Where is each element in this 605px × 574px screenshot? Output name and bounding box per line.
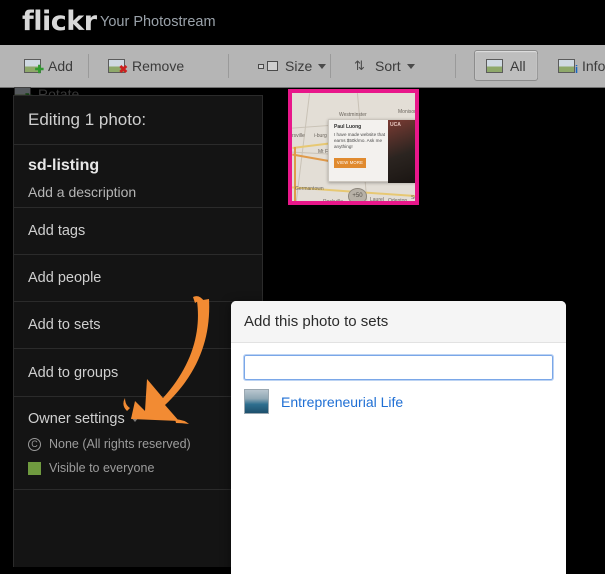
license-row[interactable]: C None (All rights reserved) [28,437,248,451]
all-filter-button[interactable]: All [474,50,538,81]
map-label: Odenton [388,198,408,204]
flickr-photostream-screen: flickr Your Photostream ✚ Add ✖ Remove S… [0,0,605,574]
sort-button-label: Sort [375,58,401,74]
map-cluster-pin: +50 [348,188,367,201]
sidebar-item-label: Add people [28,270,102,286]
set-name-label[interactable]: Entrepreneurial Life [281,394,403,410]
map-label: rsville [292,133,305,139]
visibility-row[interactable]: Visible to everyone [28,461,248,475]
copyright-icon: C [28,437,41,451]
sidebar-item-label: Add to sets [28,317,101,333]
map-label: i-burg [314,133,327,139]
remove-button-label: Remove [132,58,185,74]
chevron-down-icon [130,416,139,422]
green-square-icon [28,461,41,475]
info-button-label: Info [582,58,605,74]
your-photostream-link[interactable]: Your Photostream [100,13,216,31]
map-label: Germantown [295,186,324,192]
toolbar-divider [455,54,456,78]
add-button-label: Add [48,58,73,74]
editor-body: ↻ Rotate Westminster Monison Rockville G… [0,86,605,574]
photo-meta-block: sd-listing Add a description [14,145,262,208]
toolbar-divider [537,54,538,78]
existing-sets-list: Entrepreneurial Life [244,389,553,414]
dialog-title: Add this photo to sets [231,301,566,343]
sidebar-item-label: Add to groups [28,364,119,381]
owner-settings-label: Owner settings [28,411,125,427]
flickr-logo[interactable]: flickr [22,8,97,36]
sidebar-item-label: Add tags [28,223,86,239]
map-label: Rockville [323,199,344,205]
map-label: Laurel [370,197,384,203]
chevron-down-icon [318,63,327,69]
sidebar-item-add-people[interactable]: Add people [14,255,262,302]
photo-map-content: Westminster Monison Rockville Germantown… [292,93,415,201]
add-button[interactable]: ✚ Add [14,45,83,87]
selected-photo-thumbnail[interactable]: Westminster Monison Rockville Germantown… [288,89,419,205]
dialog-body: Entrepreneurial Life [231,343,566,414]
map-info-popup: Paul Luong I have made website that earn… [328,119,415,183]
editing-sidebar: Editing 1 photo: sd-listing Add a descri… [13,95,263,567]
add-description-link[interactable]: Add a description [28,184,248,200]
owner-settings-toggle[interactable]: Owner settings [28,411,248,427]
sort-icon: ⇅ [354,58,365,73]
size-icon [258,61,278,71]
add-to-sets-dialog: Add this photo to sets Entrepreneurial L… [231,301,566,574]
size-button-label: Size [285,58,313,74]
site-header: flickr Your Photostream [0,0,605,45]
photo-icon [486,58,503,73]
map-label: Monison [398,109,417,115]
editing-header: Editing 1 photo: [14,96,262,145]
map-label: Mt F [318,149,328,155]
toolbar-divider [88,54,89,78]
popup-body-text: I have made website that earns $50k/mo. … [334,132,386,149]
popup-person-name: Paul Luong [334,124,362,130]
set-list-item[interactable]: Entrepreneurial Life [244,389,553,414]
toolbar-divider [228,54,229,78]
photo-title[interactable]: sd-listing [28,157,248,175]
all-filter-label: All [510,57,526,74]
chevron-down-icon [406,63,415,69]
visibility-label: Visible to everyone [49,461,155,475]
size-menu-button[interactable]: Size [248,45,336,87]
remove-button[interactable]: ✖ Remove [98,45,194,87]
map-label: Westminster [339,112,367,118]
license-label: None (All rights reserved) [49,437,191,451]
sidebar-item-add-to-groups[interactable]: Add to groups [14,349,262,397]
popup-person-photo: UCA [388,120,415,183]
sort-menu-button[interactable]: ⇅ Sort [344,45,425,87]
owner-settings-block: Owner settings C None (All rights reserv… [14,397,262,490]
photo-add-icon: ✚ [24,59,44,76]
map-label: Sever [411,195,418,201]
info-button[interactable]: i Info [548,45,605,87]
sidebar-item-add-to-sets[interactable]: Add to sets [14,302,262,349]
popup-view-more-button: VIEW MORE [334,158,366,168]
photo-remove-icon: ✖ [108,59,128,76]
toolbar-divider [330,54,331,78]
set-name-input[interactable] [243,354,554,381]
set-thumbnail-icon [244,389,269,414]
editor-toolbar: ✚ Add ✖ Remove Size ⇅ Sort All i Info [0,45,605,88]
sidebar-item-add-tags[interactable]: Add tags [14,208,262,255]
photo-info-icon: i [558,59,578,76]
